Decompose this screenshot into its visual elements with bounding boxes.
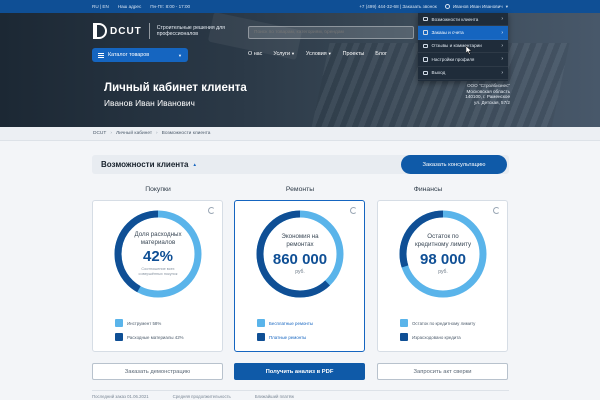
page-title: Личный кабинет клиента [104,82,247,94]
nav-item-about[interactable]: О нас [248,51,262,57]
request-reconciliation-button[interactable]: Запросить акт сверки [377,363,508,380]
address-link[interactable]: Наш адрес [118,4,141,9]
stat-note: Соотношение всех совершённых покупок [138,267,178,277]
working-hours: Пн-Пт: 8:00 - 17:00 [150,4,191,9]
legend-item[interactable]: Остаток по кредитному лимиту [400,319,500,327]
refresh-icon[interactable] [493,207,500,214]
stat-label: Остаток по кредитному лимиту [414,233,472,248]
caret-up-icon: ▲ [192,162,197,167]
stat-card-finance: Остаток по кредитному лимиту 98 000 руб.… [377,200,508,352]
stat-unit: руб. [438,268,448,275]
user-menu[interactable]: Иванов Иван Иванович ▾ [444,3,508,10]
menu-item-capabilities[interactable]: Возможности клиента › [418,13,508,27]
language-switch[interactable]: RU | EN [92,4,109,9]
column-title: Финансы [413,186,443,193]
chevron-right-icon: › [501,29,503,36]
column-title: Покупки [145,186,171,193]
stat-value: 860 000 [272,250,328,268]
breadcrumb-item[interactable]: Личный кабинет [116,131,152,136]
chevron-down-icon: ▼ [178,52,182,58]
client-name: Иванов Иван Иванович [104,98,195,108]
main-nav: О нас Услуги▼ Условия▼ Проекты Блог [248,51,387,57]
stat-label: Экономия на ремонтах [281,233,319,248]
breadcrumb-item: Возможности клиента [161,131,211,136]
legend-item[interactable]: Инструмент 58% [115,319,215,327]
stat-card-purchases: Доля расходных материалов 42% Соотношени… [92,200,223,352]
top-bar: RU | EN Наш адрес Пн-Пт: 8:00 - 17:00 +7… [0,0,600,13]
mouse-cursor-icon [466,46,472,55]
bottom-info-strip: Последний заказ 01.06.2021 Средняя продо… [92,390,509,400]
catalog-button[interactable]: Каталог товаров ▼ [92,48,188,62]
chevron-right-icon: › [501,42,503,49]
sparkle-icon [423,16,428,22]
legend-item[interactable]: Расходные материалы 42% [115,333,215,341]
gear-icon [423,57,428,62]
chevron-right-icon: › [501,69,503,76]
legend-swatch [257,319,265,327]
nav-item-services[interactable]: Услуги▼ [273,51,295,57]
breadcrumb-item[interactable]: DCUT [93,131,106,136]
chevron-down-icon: ▾ [505,3,508,9]
legend-swatch [115,319,123,327]
breadcrumb: DCUT › Личный кабинет › Возможности клие… [0,127,600,141]
menu-item-settings[interactable]: Настройки профиля › [418,53,508,67]
stat-card-repairs: Экономия на ремонтах 860 000 руб. Беспла… [234,200,365,352]
chevron-right-icon: › [501,16,503,23]
legend-swatch [400,319,408,327]
menu-item-logout[interactable]: Выход › [418,67,508,80]
nav-item-terms[interactable]: Условия▼ [306,51,332,57]
order-demo-button[interactable]: Заказать демонстрацию [92,363,223,380]
stat-value: 42% [142,248,174,266]
logo-mark-icon [93,23,107,39]
menu-icon [98,52,104,58]
legend-item[interactable]: Бесплатные ремонты [257,319,357,327]
logo[interactable]: DCUT Строительные решения для профессион… [93,23,235,39]
phone-callback-link[interactable]: +7 (499) 444-32-68 | Заказать звонок [359,4,437,9]
legend-item[interactable]: Платные ремонты [257,333,357,341]
nav-item-projects[interactable]: Проекты [343,51,365,57]
stat-value: 98 000 [420,250,466,268]
stat-label: Доля расходных материалов [134,231,182,246]
user-icon [444,4,450,9]
chevron-down-icon: ▼ [327,51,332,56]
refresh-icon[interactable] [350,207,357,214]
logo-text: DCUT [110,25,142,37]
column-title: Ремонты [285,186,315,193]
get-pdf-analysis-button[interactable]: Получить анализ в PDF [234,363,365,380]
chevron-down-icon: ▼ [290,51,295,56]
document-icon [423,30,428,35]
menu-item-reviews[interactable]: Отзывы и комментарии › [418,40,508,54]
menu-item-orders[interactable]: Заказы и счета › [418,26,508,40]
refresh-icon[interactable] [208,207,215,214]
legend-swatch [257,333,265,341]
chevron-right-icon: › [110,131,112,136]
user-name: Иванов Иван Иванович [452,4,503,9]
star-icon [423,43,428,49]
user-dropdown-menu: Возможности клиента › Заказы и счета › О… [418,13,508,81]
hero-banner: DCUT Строительные решения для профессион… [0,13,600,127]
section-title: Возможности клиента [101,160,189,169]
stat-unit: руб. [295,268,305,275]
search-input[interactable] [248,26,414,39]
chevron-right-icon: › [501,56,503,63]
legend-swatch [400,333,408,341]
nav-item-blog[interactable]: Блог [375,51,387,57]
chevron-right-icon: › [156,131,158,136]
logout-icon [423,70,428,75]
legend-item[interactable]: Израсходовано кредита [400,333,500,341]
order-consultation-button[interactable]: Заказать консультацию [401,155,507,174]
company-info: ООО "Стройбизнес" Московская область 140… [465,83,510,105]
legend-swatch [115,333,123,341]
logo-tagline: Строительные решения для профессионалов [156,25,225,37]
